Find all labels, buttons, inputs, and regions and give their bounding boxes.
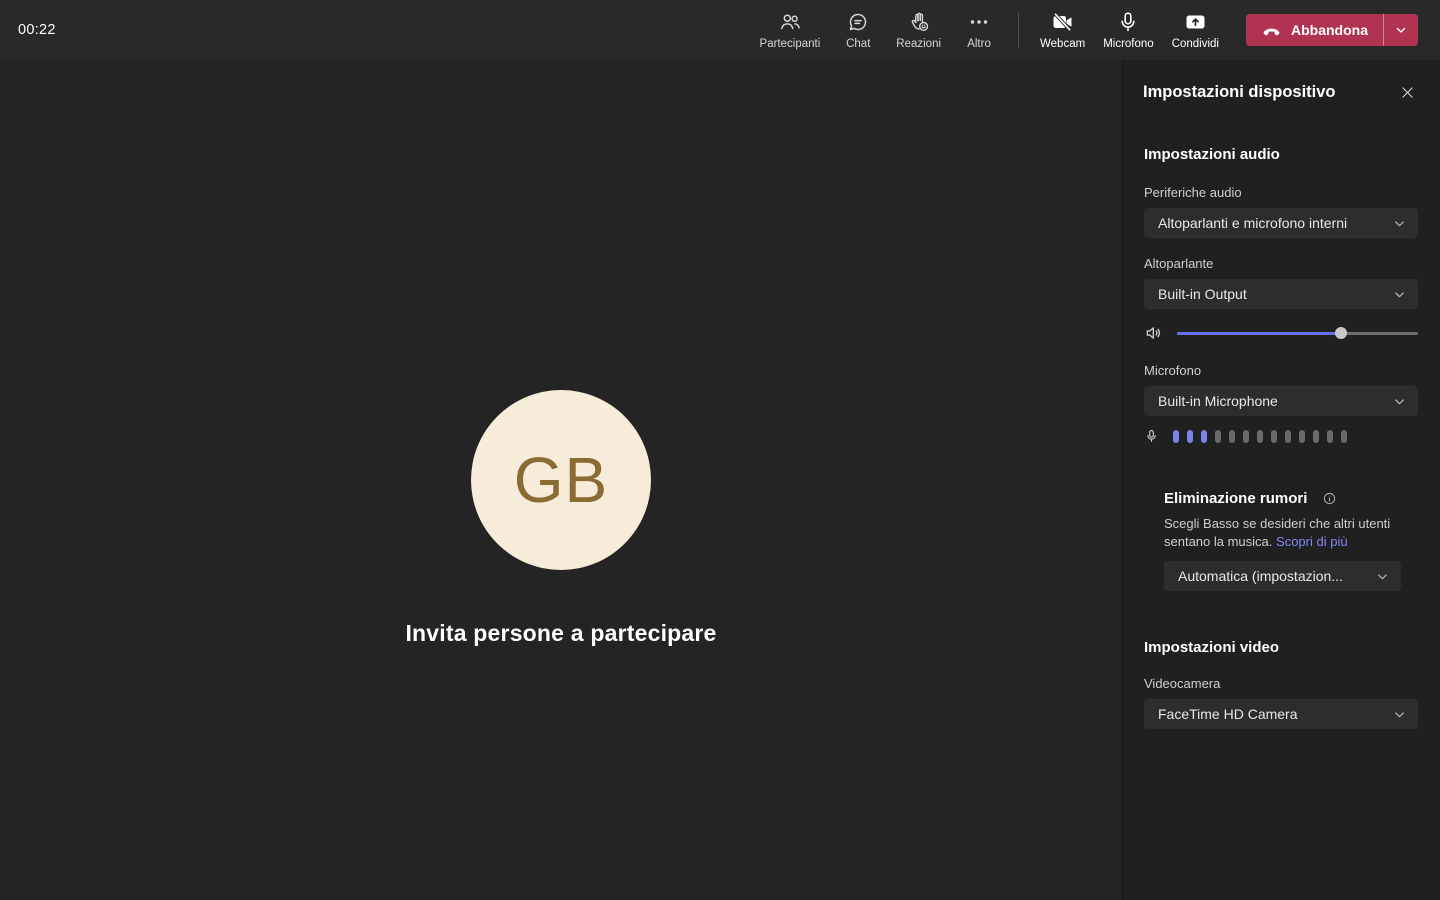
toolbar-divider — [1018, 12, 1020, 48]
volume-slider-thumb[interactable] — [1334, 327, 1347, 339]
microphone-device-label: Microfono — [1144, 363, 1202, 378]
share-screen-icon — [1183, 10, 1208, 34]
audio-devices-dropdown[interactable]: Altoparlanti e microfono interni — [1144, 208, 1418, 238]
mic-level-bar — [1173, 429, 1179, 443]
video-settings-heading: Impostazioni video — [1144, 639, 1280, 656]
chevron-down-icon — [1392, 394, 1407, 409]
speaker-volume-icon — [1144, 323, 1164, 343]
hangup-icon — [1261, 20, 1282, 41]
mic-level-icon — [1144, 428, 1159, 444]
noise-suppression-section: Eliminazione rumori Scegli Basso se desi… — [1164, 490, 1418, 591]
mic-level-meter — [1173, 429, 1347, 443]
camera-value: FaceTime HD Camera — [1158, 706, 1298, 722]
mic-level-bar — [1271, 429, 1277, 443]
reactions-button[interactable]: Reazioni — [887, 5, 950, 55]
microphone-toggle-button[interactable]: Microfono — [1094, 5, 1163, 55]
microphone-value: Built-in Microphone — [1158, 393, 1278, 409]
meeting-toolbar: Partecipanti Chat Reazioni Altro Webcam … — [751, 5, 1418, 55]
more-label: Altro — [967, 38, 991, 50]
mic-level-bar — [1229, 429, 1235, 443]
chevron-down-icon — [1392, 287, 1407, 302]
mic-level-bar — [1341, 429, 1347, 443]
participants-button[interactable]: Partecipanti — [751, 5, 830, 55]
volume-row — [1144, 323, 1418, 343]
leave-button-group: Abbandona — [1246, 14, 1418, 46]
chevron-down-icon — [1392, 216, 1407, 231]
chevron-down-icon — [1392, 707, 1407, 722]
meeting-stage: GB Invita persone a partecipare — [0, 60, 1122, 900]
chat-label: Chat — [846, 38, 871, 50]
audio-devices-value: Altoparlanti e microfono interni — [1158, 215, 1348, 231]
more-button[interactable]: Altro — [950, 5, 1008, 55]
reactions-label: Reazioni — [896, 38, 942, 50]
speaker-value: Built-in Output — [1158, 286, 1247, 302]
mic-level-bar — [1257, 429, 1263, 443]
close-panel-button[interactable] — [1397, 82, 1418, 103]
meeting-topbar: 00:22 Partecipanti Chat Reazioni Altro W… — [0, 0, 1440, 60]
microphone-label: Microfono — [1103, 38, 1154, 50]
reactions-icon — [907, 10, 931, 34]
more-icon — [967, 10, 991, 34]
avatar-initials: GB — [513, 444, 609, 516]
mic-level-bar — [1201, 429, 1207, 443]
chevron-down-icon — [1375, 569, 1390, 584]
webcam-off-icon — [1050, 10, 1075, 34]
share-label: Condividi — [1171, 38, 1219, 50]
noise-suppression-title: Eliminazione rumori — [1164, 490, 1308, 507]
panel-body: Impostazioni audio Periferiche audio Alt… — [1123, 124, 1440, 729]
speaker-dropdown[interactable]: Built-in Output — [1144, 279, 1418, 309]
webcam-label: Webcam — [1040, 38, 1086, 50]
camera-dropdown[interactable]: FaceTime HD Camera — [1144, 699, 1418, 729]
noise-suppression-value: Automatica (impostazion... — [1178, 568, 1343, 584]
participants-icon — [778, 10, 802, 34]
mic-level-bar — [1187, 429, 1193, 443]
mic-level-bar — [1299, 429, 1305, 443]
panel-header: Impostazioni dispositivo — [1123, 60, 1440, 124]
microphone-dropdown[interactable]: Built-in Microphone — [1144, 386, 1418, 416]
panel-title: Impostazioni dispositivo — [1143, 82, 1336, 101]
mic-level-bar — [1285, 429, 1291, 443]
leave-options-button[interactable] — [1384, 14, 1418, 46]
mic-level-bar — [1243, 429, 1249, 443]
meeting-timer: 00:22 — [18, 22, 56, 38]
webcam-toggle-button[interactable]: Webcam — [1031, 5, 1094, 55]
chat-button[interactable]: Chat — [829, 5, 887, 55]
audio-devices-label: Periferiche audio — [1144, 185, 1242, 200]
chevron-down-icon — [1394, 23, 1408, 37]
learn-more-link[interactable]: Scopri di più — [1276, 534, 1348, 549]
avatar: GB — [471, 390, 651, 570]
leave-button-label: Abbandona — [1291, 22, 1368, 38]
share-button[interactable]: Condividi — [1163, 5, 1228, 55]
speaker-label: Altoparlante — [1144, 256, 1214, 271]
close-icon — [1399, 84, 1416, 101]
leave-button[interactable]: Abbandona — [1246, 14, 1383, 46]
volume-slider[interactable] — [1177, 323, 1418, 343]
mic-level-row — [1144, 428, 1418, 444]
audio-settings-heading: Impostazioni audio — [1144, 146, 1280, 163]
meeting-window: 00:22 Partecipanti Chat Reazioni Altro W… — [0, 0, 1440, 900]
noise-suppression-description: Scegli Basso se desideri che altri utent… — [1164, 515, 1396, 551]
mic-level-bar — [1327, 429, 1333, 443]
volume-slider-fill — [1177, 332, 1341, 335]
microphone-icon — [1116, 10, 1140, 34]
noise-suppression-dropdown[interactable]: Automatica (impostazion... — [1164, 561, 1401, 591]
device-settings-panel: Impostazioni dispositivo Impostazioni au… — [1122, 60, 1440, 900]
mic-level-bar — [1313, 429, 1319, 443]
mic-level-bar — [1215, 429, 1221, 443]
info-icon[interactable] — [1323, 492, 1336, 505]
participants-label: Partecipanti — [759, 38, 821, 50]
chat-icon — [846, 10, 870, 34]
invite-message: Invita persone a partecipare — [405, 620, 717, 646]
camera-label: Videocamera — [1144, 676, 1221, 691]
